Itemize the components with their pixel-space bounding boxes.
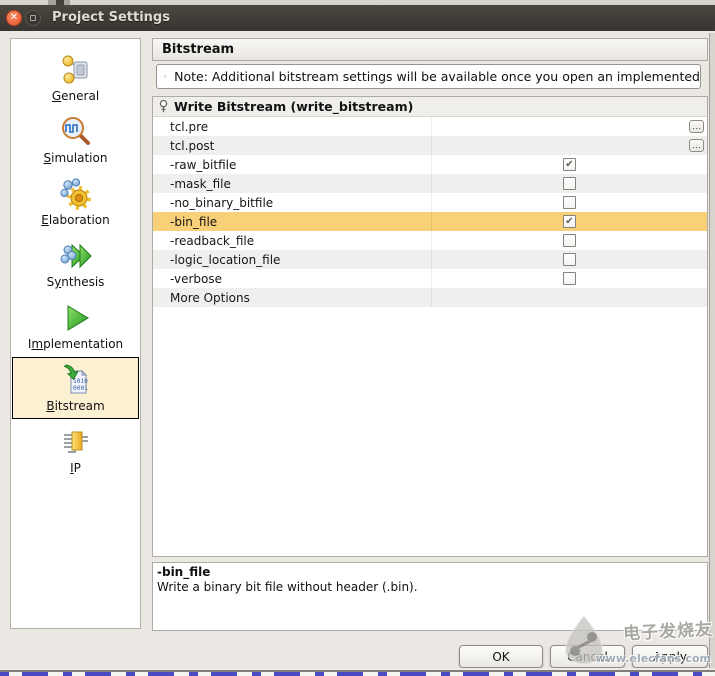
svg-text:1010: 1010 bbox=[73, 378, 88, 385]
option-name: -verbose bbox=[153, 269, 431, 288]
checkbox-unchecked[interactable] bbox=[563, 253, 576, 266]
section-title: Write Bitstream (write_bitstream) bbox=[174, 99, 413, 114]
sidebar-item-label: Implementation bbox=[28, 337, 123, 351]
ok-button[interactable]: OK bbox=[459, 645, 543, 668]
option-value bbox=[431, 250, 707, 269]
option-name: -logic_location_file bbox=[153, 250, 431, 269]
sidebar-item-label: General bbox=[52, 89, 99, 103]
option-name: tcl.post bbox=[153, 136, 431, 155]
option-value bbox=[431, 193, 707, 212]
option-value bbox=[431, 231, 707, 250]
locate-icon bbox=[158, 99, 169, 114]
titlebar[interactable]: ✕ Project Settings bbox=[0, 5, 715, 31]
sidebar-list: General Simulation Elaboration Synthesis bbox=[10, 38, 141, 629]
sidebar-item-synthesis[interactable]: Synthesis bbox=[12, 233, 139, 295]
dialog-right-edge bbox=[709, 33, 715, 668]
elaboration-icon bbox=[59, 176, 93, 212]
sidebar-item-label: Synthesis bbox=[47, 275, 105, 289]
sidebar-item-implementation[interactable]: Implementation bbox=[12, 295, 139, 357]
option-value: ✔ bbox=[431, 212, 707, 231]
option-value bbox=[431, 288, 707, 307]
background-window-bottom bbox=[0, 668, 715, 676]
dialog-buttons: OK Cancel Apply bbox=[459, 645, 708, 668]
checkbox-unchecked[interactable] bbox=[563, 177, 576, 190]
option-value: … bbox=[431, 117, 707, 136]
option-value: ✔ bbox=[431, 155, 707, 174]
option-name: -mask_file bbox=[153, 174, 431, 193]
table-row[interactable]: tcl.post … bbox=[153, 136, 707, 155]
restore-button[interactable] bbox=[25, 10, 41, 26]
browse-button[interactable]: … bbox=[689, 120, 704, 133]
table-row[interactable]: -raw_bitfile ✔ bbox=[153, 155, 707, 174]
note-banner: Note: Additional bitstream settings will… bbox=[156, 64, 701, 89]
option-name: tcl.pre bbox=[153, 117, 431, 136]
checkbox-checked[interactable]: ✔ bbox=[563, 215, 576, 228]
sidebar-item-general[interactable]: General bbox=[12, 47, 139, 109]
bitstream-icon: 1010 0001 bbox=[59, 362, 93, 398]
sidebar-item-ip[interactable]: IP bbox=[12, 419, 139, 481]
option-value: … bbox=[431, 136, 707, 155]
table-row[interactable]: tcl.pre … bbox=[153, 117, 707, 136]
cancel-button[interactable]: Cancel bbox=[550, 645, 625, 668]
apply-button[interactable]: Apply bbox=[632, 645, 708, 668]
sidebar-item-simulation[interactable]: Simulation bbox=[12, 109, 139, 171]
simulation-icon bbox=[59, 114, 93, 150]
table-row[interactable]: -readback_file bbox=[153, 231, 707, 250]
ip-icon bbox=[59, 424, 93, 460]
sidebar-item-label: Bitstream bbox=[46, 399, 104, 413]
table-row[interactable]: More Options bbox=[153, 288, 707, 307]
description-title: -bin_file bbox=[157, 565, 703, 579]
svg-text:0001: 0001 bbox=[73, 385, 88, 392]
checkbox-checked[interactable]: ✔ bbox=[563, 158, 576, 171]
sidebar-item-label: IP bbox=[70, 461, 81, 475]
table-row[interactable]: -no_binary_bitfile bbox=[153, 193, 707, 212]
table-row[interactable]: -bin_file ✔ bbox=[153, 212, 707, 231]
table-row[interactable]: -mask_file bbox=[153, 174, 707, 193]
window-title: Project Settings bbox=[52, 10, 170, 25]
options-panel: Write Bitstream (write_bitstream) tcl.pr… bbox=[152, 96, 708, 557]
main-panel: Bitstream Note: Additional bitstream set… bbox=[152, 38, 708, 668]
option-value bbox=[431, 174, 707, 193]
sidebar-item-bitstream[interactable]: 1010 0001 Bitstream bbox=[12, 357, 139, 419]
close-button[interactable]: ✕ bbox=[6, 10, 22, 26]
section-header: Write Bitstream (write_bitstream) bbox=[153, 97, 707, 117]
description-panel: -bin_file Write a binary bit file withou… bbox=[152, 562, 708, 631]
option-name: -bin_file bbox=[153, 212, 431, 231]
option-name: More Options bbox=[153, 288, 431, 307]
restore-icon bbox=[30, 15, 36, 21]
table-row[interactable]: -verbose bbox=[153, 269, 707, 288]
table-row[interactable]: -logic_location_file bbox=[153, 250, 707, 269]
browse-button[interactable]: … bbox=[689, 139, 704, 152]
background-links bbox=[0, 672, 715, 676]
checkbox-unchecked[interactable] bbox=[563, 196, 576, 209]
option-value bbox=[431, 269, 707, 288]
description-text: Write a binary bit file without header (… bbox=[157, 580, 703, 594]
checkbox-unchecked[interactable] bbox=[563, 272, 576, 285]
sidebar-item-label: Elaboration bbox=[41, 213, 110, 227]
implementation-icon bbox=[59, 300, 93, 336]
option-name: -readback_file bbox=[153, 231, 431, 250]
checkbox-unchecked[interactable] bbox=[563, 234, 576, 247]
page-title: Bitstream bbox=[162, 42, 234, 57]
info-icon bbox=[164, 69, 166, 84]
page-title-bar: Bitstream bbox=[152, 38, 708, 61]
option-name: -no_binary_bitfile bbox=[153, 193, 431, 212]
option-name: -raw_bitfile bbox=[153, 155, 431, 174]
general-icon bbox=[59, 52, 93, 88]
sidebar-item-elaboration[interactable]: Elaboration bbox=[12, 171, 139, 233]
project-settings-dialog: ✕ Project Settings General Simulation El… bbox=[0, 5, 715, 668]
synthesis-icon bbox=[59, 238, 93, 274]
sidebar-item-label: Simulation bbox=[44, 151, 108, 165]
note-text: Note: Additional bitstream settings will… bbox=[174, 69, 700, 84]
options-rows: tcl.pre … tcl.post … -raw_bitfile ✔ -mask_file… bbox=[153, 117, 707, 307]
